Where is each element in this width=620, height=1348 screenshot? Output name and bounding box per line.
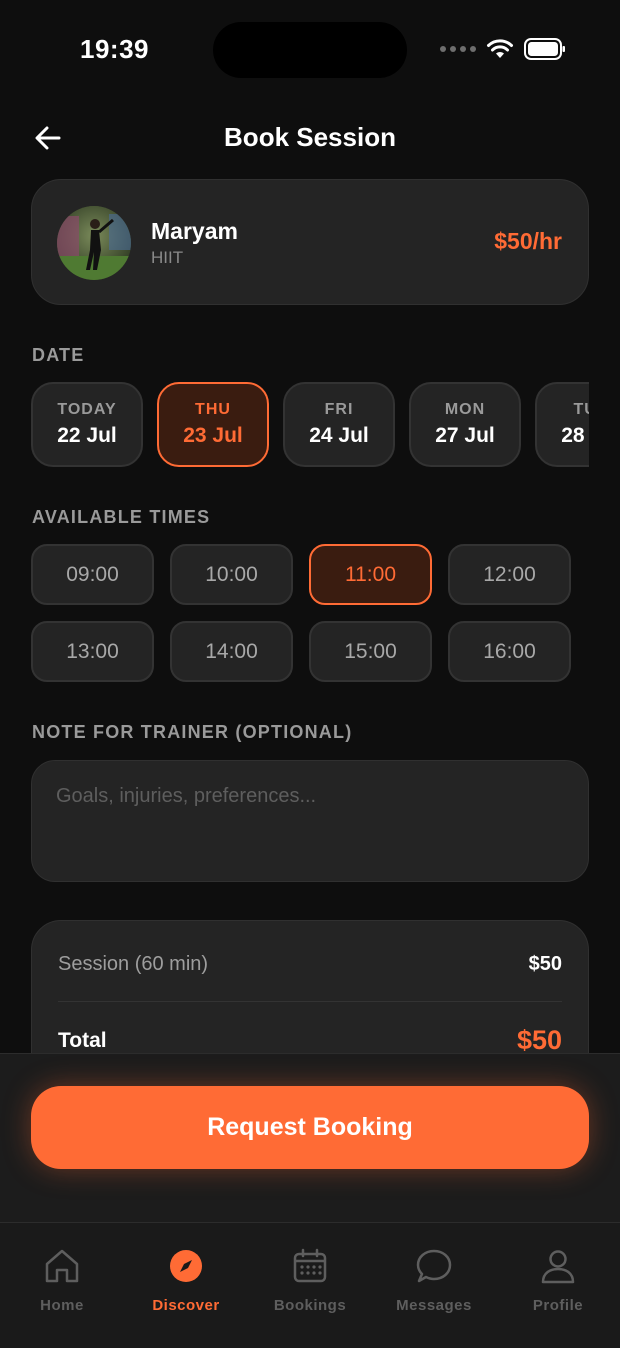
tab-bar: Home Discover Bookings Messages Profile [0, 1222, 620, 1348]
compass-icon [170, 1250, 202, 1282]
tab-label: Profile [532, 1297, 584, 1314]
total-label: Total [58, 1028, 107, 1052]
session-label: Session (60 min) [58, 953, 209, 975]
time-slot[interactable]: 10:00 [170, 544, 293, 605]
date-chip[interactable]: TODAY 22 Jul [31, 382, 143, 467]
tab-profile[interactable]: Profile [496, 1223, 620, 1348]
request-booking-button[interactable]: Request Booking [31, 1086, 589, 1169]
date-chip-dow: TUE [573, 401, 590, 418]
tab-messages[interactable]: Messages [372, 1223, 496, 1348]
session-price: $50 [528, 953, 562, 975]
cellular-signal-icon [440, 46, 476, 52]
home-icon [45, 1249, 79, 1283]
date-chip-day: 22 Jul [57, 424, 117, 447]
date-chip-dow: MON [444, 401, 486, 418]
date-chip[interactable]: TUE 28 Jul [535, 382, 589, 467]
tab-discover[interactable]: Discover [124, 1223, 248, 1348]
date-chip-day: 28 Jul [561, 424, 589, 447]
date-chip-dow: THU [195, 401, 231, 418]
avatar [57, 206, 131, 280]
date-picker[interactable]: TODAY 22 Jul THU 23 Jul FRI 24 Jul MON 2… [31, 382, 589, 468]
date-chip-dow: FRI [324, 401, 354, 418]
date-chip-day: 27 Jul [435, 424, 495, 447]
tab-label: Bookings [273, 1297, 347, 1314]
date-chip-selected[interactable]: THU 23 Jul [157, 382, 269, 467]
note-section-label: NOTE FOR TRAINER (OPTIONAL) [32, 722, 353, 742]
time-slot[interactable]: 09:00 [31, 544, 154, 605]
trainer-rate: $50/hr [494, 228, 562, 254]
time-slot-grid: 09:00 10:00 11:00 12:00 13:00 14:00 15:0… [31, 544, 571, 682]
tab-bookings[interactable]: Bookings [248, 1223, 372, 1348]
status-time: 19:39 [80, 34, 149, 64]
date-chip-dow: TODAY [57, 401, 117, 418]
time-slot[interactable]: 14:00 [170, 621, 293, 682]
chat-icon [416, 1249, 452, 1283]
trainer-name: Maryam [151, 218, 238, 244]
date-chip-day: 24 Jul [309, 424, 369, 447]
time-slot[interactable]: 15:00 [309, 621, 432, 682]
date-chip[interactable]: FRI 24 Jul [283, 382, 395, 467]
time-slot[interactable]: 13:00 [31, 621, 154, 682]
tab-home[interactable]: Home [0, 1223, 124, 1348]
user-icon [541, 1250, 575, 1284]
time-slot[interactable]: 16:00 [448, 621, 571, 682]
times-section-label: AVAILABLE TIMES [32, 507, 211, 527]
date-chip-day: 23 Jul [183, 424, 243, 447]
page-title: Book Session [224, 122, 396, 152]
date-section-label: DATE [32, 345, 85, 365]
date-chip[interactable]: MON 27 Jul [409, 382, 521, 467]
time-slot[interactable]: 12:00 [448, 544, 571, 605]
session-row: Session (60 min) $50 [58, 953, 562, 976]
total-row: Total $50 [58, 1025, 562, 1056]
tab-label: Home [40, 1297, 84, 1314]
tab-label: Discover [152, 1297, 220, 1314]
note-input[interactable] [56, 785, 564, 857]
status-indicators [440, 38, 566, 60]
date-row: TODAY 22 Jul THU 23 Jul FRI 24 Jul MON 2… [31, 382, 589, 467]
wifi-icon [487, 39, 513, 58]
dynamic-island [213, 22, 407, 78]
battery-icon [524, 38, 565, 60]
summary-divider [58, 1001, 562, 1002]
note-field-container [31, 760, 589, 882]
time-slot-selected[interactable]: 11:00 [309, 544, 432, 605]
trainer-specialty: HIIT [151, 248, 184, 267]
total-price: $50 [516, 1025, 562, 1055]
booking-action-bar: Request Booking [0, 1053, 620, 1223]
calendar-icon [293, 1248, 327, 1283]
trainer-card[interactable]: Maryam HIIT $50/hr [31, 179, 589, 305]
tab-label: Messages [396, 1297, 472, 1314]
status-bar: 19:39 [0, 0, 620, 100]
header: Book Session [0, 100, 620, 176]
